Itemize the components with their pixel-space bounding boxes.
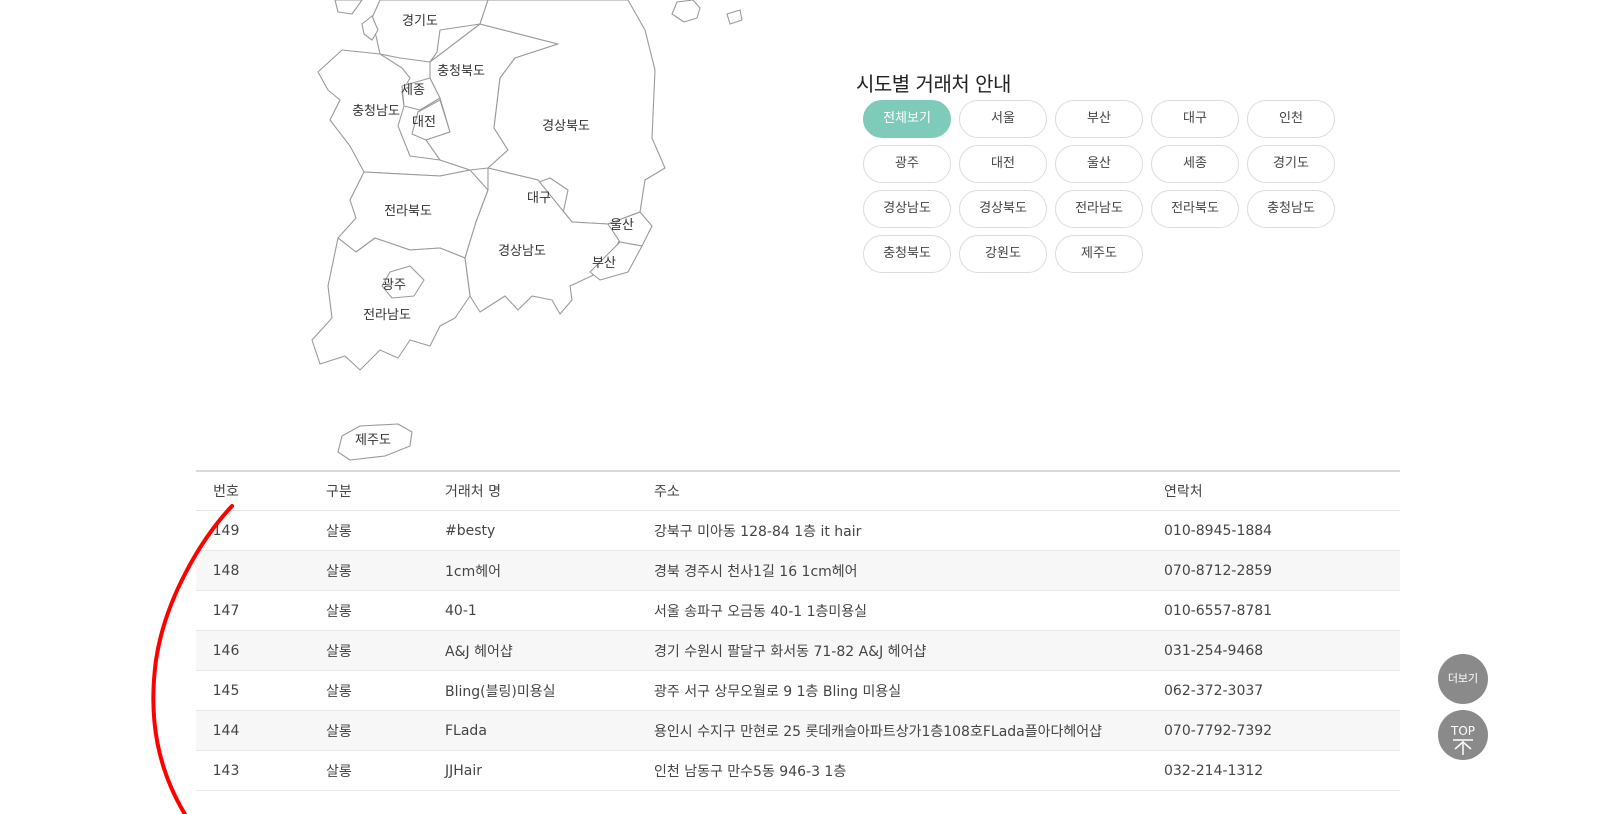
row-dealer-name: FLada: [445, 710, 654, 751]
map-label-chungbuk: 충청북도: [437, 64, 485, 79]
row-number: 145: [212, 682, 240, 699]
row-contact: 032-214-1312: [1164, 750, 1400, 791]
region-btn-gyeongnam[interactable]: 경상남도: [863, 190, 951, 228]
row-dealer-name: A&J 헤어샵: [445, 630, 654, 671]
more-button[interactable]: 더보기: [1438, 654, 1488, 704]
row-type: 살롱: [326, 643, 352, 660]
row-address: 서울 송파구 오금동 40-1 1층미용실: [654, 590, 1164, 631]
row-contact: 070-8712-2859: [1164, 550, 1400, 591]
region-btn-all[interactable]: 전체보기: [863, 100, 951, 138]
table-row[interactable]: 143 살롱 JJHair 인천 남동구 만수5동 946-3 1층 032-2…: [196, 750, 1400, 791]
map-label-gyeonggi: 경기도: [402, 14, 438, 29]
dealer-table: 번호 구분 거래처 명 주소 연락처 149 살롱 #besty 강북구 미아동…: [196, 470, 1400, 791]
row-dealer-name: JJHair: [445, 750, 654, 791]
table-row[interactable]: 145 살롱 Bling(블링)미용실 광주 서구 상무오월로 9 1층 Bli…: [196, 670, 1400, 711]
region-btn-gyeongbuk[interactable]: 경상북도: [959, 190, 1047, 228]
row-type: 살롱: [326, 723, 352, 740]
header-dealer-name: 거래처 명: [445, 471, 654, 511]
row-dealer-name: #besty: [445, 510, 654, 551]
region-btn-chungbuk[interactable]: 충청북도: [863, 235, 951, 273]
row-dealer-name: Bling(블링)미용실: [445, 670, 654, 711]
region-btn-gyeonggi[interactable]: 경기도: [1247, 145, 1335, 183]
region-btn-sejong[interactable]: 세종: [1151, 145, 1239, 183]
row-type: 살롱: [326, 763, 352, 780]
region-btn-daegu[interactable]: 대구: [1151, 100, 1239, 138]
map-label-jeju: 제주도: [355, 433, 391, 448]
arrow-up-icon: [1453, 738, 1473, 755]
table-row[interactable]: 148 살롱 1cm헤어 경북 경주시 천사1길 16 1cm헤어 070-87…: [196, 550, 1400, 591]
region-btn-ulsan[interactable]: 울산: [1055, 145, 1143, 183]
table-row[interactable]: 146 살롱 A&J 헤어샵 경기 수원시 팔달구 화서동 71-82 A&J …: [196, 630, 1400, 671]
row-contact: 070-7792-7392: [1164, 710, 1400, 751]
row-contact: 010-8945-1884: [1164, 510, 1400, 551]
map-island: [726, 9, 743, 25]
row-dealer-name: 1cm헤어: [445, 550, 654, 591]
row-address: 용인시 수지구 만현로 25 롯데캐슬아파트상가1층108호FLada플아다헤어…: [654, 710, 1164, 751]
row-contact: 062-372-3037: [1164, 670, 1400, 711]
row-address: 인천 남동구 만수5동 946-3 1층: [654, 750, 1164, 791]
map-label-sejong: 세종: [401, 83, 425, 98]
region-btn-chungnam[interactable]: 충청남도: [1247, 190, 1335, 228]
region-btn-jeju[interactable]: 제주도: [1055, 235, 1143, 273]
map-label-jeonbuk: 전라북도: [384, 204, 432, 219]
top-label: TOP: [1450, 723, 1475, 738]
region-btn-busan[interactable]: 부산: [1055, 100, 1143, 138]
map-label-daejeon: 대전: [412, 115, 436, 130]
region-section-title: 시도별 거래처 안내: [856, 72, 1011, 96]
map-region-jeonnam[interactable]: [311, 237, 471, 371]
header-type: 구분: [326, 484, 352, 500]
map-label-busan: 부산: [592, 256, 616, 271]
row-number: 147: [212, 602, 240, 619]
header-number: 번호: [213, 484, 239, 500]
row-number: 146: [212, 642, 240, 659]
row-address: 강북구 미아동 128-84 1층 it hair: [654, 510, 1164, 551]
map-label-ulsan: 울산: [610, 218, 634, 233]
header-contact: 연락처: [1164, 471, 1400, 511]
row-type: 살롱: [326, 563, 352, 580]
header-address: 주소: [654, 471, 1164, 511]
region-btn-jeonnam[interactable]: 전라남도: [1055, 190, 1143, 228]
map-label-jeonnam: 전라남도: [363, 308, 411, 323]
map-label-gyeongnam: 경상남도: [498, 244, 546, 259]
map-label-chungnam: 충청남도: [352, 104, 400, 119]
map-label-gyeongbuk: 경상북도: [542, 119, 590, 134]
row-number: 148: [212, 562, 240, 579]
region-btn-incheon[interactable]: 인천: [1247, 100, 1335, 138]
table-row[interactable]: 144 살롱 FLada 용인시 수지구 만현로 25 롯데캐슬아파트상가1층1…: [196, 710, 1400, 751]
region-btn-daejeon[interactable]: 대전: [959, 145, 1047, 183]
table-row[interactable]: 147 살롱 40-1 서울 송파구 오금동 40-1 1층미용실 010-65…: [196, 590, 1400, 631]
table-row[interactable]: 149 살롱 #besty 강북구 미아동 128-84 1층 it hair …: [196, 510, 1400, 551]
row-dealer-name: 40-1: [445, 590, 654, 631]
row-address: 광주 서구 상무오월로 9 1층 Bling 미용실: [654, 670, 1164, 711]
row-address: 경기 수원시 팔달구 화서동 71-82 A&J 헤어샵: [654, 630, 1164, 671]
region-btn-jeonbuk[interactable]: 전라북도: [1151, 190, 1239, 228]
region-btn-seoul[interactable]: 서울: [959, 100, 1047, 138]
row-contact: 010-6557-8781: [1164, 590, 1400, 631]
map-island: [671, 0, 701, 23]
map-label-gwangju: 광주: [382, 278, 406, 293]
region-btn-gwangju[interactable]: 광주: [863, 145, 951, 183]
korea-region-map: 경기도 충청북도 세종 충청남도 대전 경상북도 대구 울산 전라북도 경상남도…: [311, 0, 743, 461]
row-type: 살롱: [326, 603, 352, 620]
region-btn-gangwon[interactable]: 강원도: [959, 235, 1047, 273]
row-number: 144: [212, 722, 240, 739]
row-type: 살롱: [326, 523, 352, 540]
row-type: 살롱: [326, 683, 352, 700]
table-header-row: 번호 구분 거래처 명 주소 연락처: [196, 471, 1400, 511]
map-label-daegu: 대구: [527, 191, 551, 206]
row-number: 143: [212, 762, 240, 779]
row-address: 경북 경주시 천사1길 16 1cm헤어: [654, 550, 1164, 591]
row-number: 149: [212, 522, 240, 539]
row-contact: 031-254-9468: [1164, 630, 1400, 671]
scroll-top-button[interactable]: TOP: [1438, 710, 1488, 760]
